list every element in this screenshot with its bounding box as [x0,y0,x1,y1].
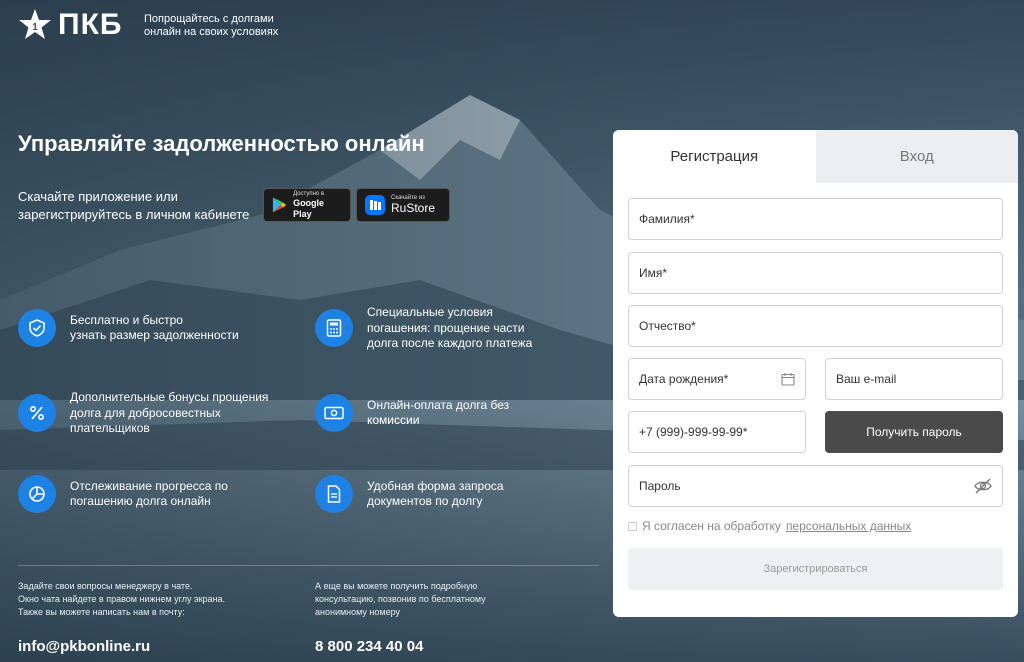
patronymic-placeholder: Отчество* [639,319,696,333]
hero-subtitle-line: Скачайте приложение или [18,189,178,204]
google-play-icon [272,197,287,213]
password-placeholder: Пароль [639,479,681,493]
registration-card: Регистрация Вход Фамилия* Имя* Отчество*… [613,130,1018,617]
eye-off-icon[interactable] [974,478,992,494]
surname-placeholder: Фамилия* [639,212,695,226]
feature-text: Удобная форма запроса документов по долг… [367,479,504,510]
logo-text: ПКБ [58,8,123,41]
phone-link[interactable]: 8 800 234 40 04 [315,638,423,655]
surname-field[interactable]: Фамилия* [628,198,1003,240]
patronymic-field[interactable]: Отчество* [628,305,1003,347]
feature-line: долга для добросовестных [70,405,221,420]
feature-line: Специальные условия [367,305,493,319]
birthdate-placeholder: Дата рождения* [639,372,729,386]
feature-line: узнать размер задолженности [70,328,239,342]
rustore-icon [365,195,385,215]
calendar-icon[interactable] [781,372,795,386]
email-placeholder: Ваш e-mail [836,372,897,386]
auth-tabs: Регистрация Вход [613,130,1018,183]
feature-line: Бесплатно и быстро [70,312,183,327]
star-icon: 1 [19,9,51,39]
feature-text: Специальные условия погашения: прощение … [367,305,532,352]
feature-item: Бесплатно и быстро узнать размер задолже… [18,309,239,347]
rustore-button[interactable]: Скачайте из RuStore [356,188,450,222]
phone-info-line: консультацию, позвонив по бесплатному [315,594,486,604]
footer-divider [18,565,598,566]
phone-info: А еще вы можете получить подробную консу… [315,580,486,619]
feature-text: Отслеживание прогресса по погашению долг… [70,479,228,510]
feature-text: Дополнительные бонусы прощения долга для… [70,390,268,437]
feature-item: Удобная форма запроса документов по долг… [315,475,504,513]
name-placeholder: Имя* [639,266,668,280]
hero-subtitle-line: зарегистрируйтесь в личном кабинете [18,207,250,222]
feature-item: Онлайн-оплата долга без комиссии [315,394,509,432]
email-link[interactable]: info@pkbonline.ru [18,638,150,655]
get-password-button[interactable]: Получить пароль [825,411,1003,453]
calculator-icon [315,309,353,348]
document-icon [315,475,353,513]
banknote-icon [315,394,353,432]
feature-line: плательщиков [70,421,150,435]
chat-info-line: Также вы можете написать нам в почту: [18,607,185,617]
rustore-label: RuStore [391,201,436,215]
percent-icon [18,394,56,433]
tagline: Попрощайтесь с долгами онлайн на своих у… [144,13,304,39]
shield-check-icon [18,309,56,347]
password-field[interactable]: Пароль [628,465,1003,507]
feature-line: погашению долга онлайн [70,494,211,508]
feature-text: Бесплатно и быстро узнать размер задолже… [70,313,239,344]
phone-field[interactable]: +7 (999)-999-99-99* [628,411,806,453]
feature-text: Онлайн-оплата долга без комиссии [367,398,509,429]
birthdate-field[interactable]: Дата рождения* [628,358,806,400]
logo[interactable]: 1 ПКБ [18,8,122,42]
google-play-button[interactable]: Доступно в Google Play [263,188,351,222]
chat-info-line: Окно чата найдете в правом нижнем углу э… [18,594,225,604]
consent-row: Я согласен на обработку персональных дан… [628,519,911,533]
personal-data-link[interactable]: персональных данных [786,519,911,533]
feature-line: документов по долгу [367,494,483,508]
tab-login[interactable]: Вход [815,130,1018,183]
tab-registration[interactable]: Регистрация [613,130,816,183]
phone-info-line: А еще вы можете получить подробную [315,581,478,591]
consent-label: Я согласен на обработку [642,519,781,533]
google-play-caption: Доступно в [293,190,325,197]
phone-info-line: анонимному номеру [315,607,401,617]
feature-line: Удобная форма запроса [367,478,504,493]
chat-info: Задайте свои вопросы менеджеру в чате. О… [18,580,225,619]
feature-item: Дополнительные бонусы прощения долга для… [18,390,268,437]
tagline-line: онлайн на своих условиях [144,26,279,38]
email-field[interactable]: Ваш e-mail [825,358,1003,400]
feature-line: Отслеживание прогресса по [70,478,228,493]
register-button[interactable]: Зарегистрироваться [628,548,1003,590]
feature-line: Онлайн-оплата долга без [367,397,510,412]
feature-item: Специальные условия погашения: прощение … [315,305,532,352]
page-title: Управляйте задолженностью онлайн [18,131,425,156]
name-field[interactable]: Имя* [628,252,1003,294]
consent-checkbox[interactable] [628,521,637,531]
tagline-line: Попрощайтесь с долгами [144,13,274,25]
chat-info-line: Задайте свои вопросы менеджеру в чате. [18,581,193,591]
feature-line: Дополнительные бонусы прощения [70,390,269,404]
phone-placeholder: +7 (999)-999-99-99* [639,425,748,439]
google-play-label: Google Play [293,197,325,219]
feature-line: погашения: прощение части [367,320,525,335]
svg-text:1: 1 [32,22,38,33]
pie-chart-icon [18,475,56,513]
hero-subtitle: Скачайте приложение или зарегистрируйтес… [18,188,258,224]
feature-line: долга после каждого платежа [367,336,533,350]
feature-line: комиссии [367,413,420,427]
feature-item: Отслеживание прогресса по погашению долг… [18,475,228,513]
